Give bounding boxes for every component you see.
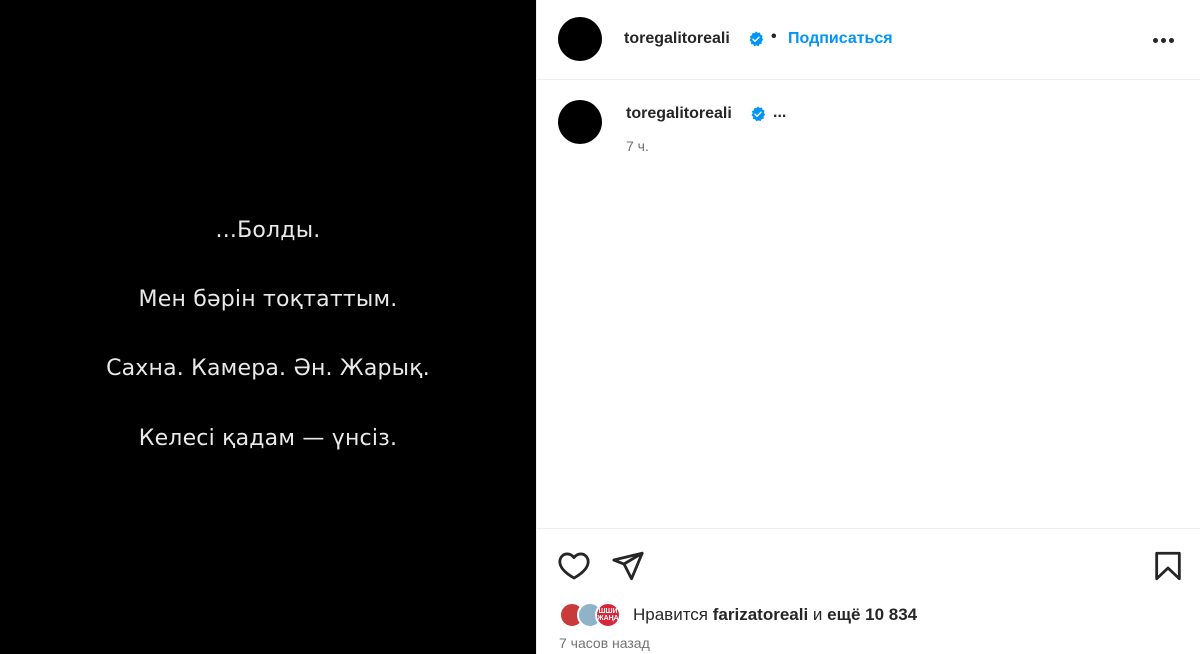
- paper-plane-icon[interactable]: [611, 549, 645, 583]
- media-text-line: Мен бәрін тоқтаттым.: [138, 287, 398, 312]
- follow-button[interactable]: Подписаться: [788, 30, 893, 48]
- likes-summary: ШШИ ЖАҢА Нравится farizatoreali и ещё 10…: [559, 601, 917, 629]
- verified-badge-icon: [749, 31, 764, 47]
- liker-username[interactable]: farizatoreali: [713, 605, 808, 624]
- media-text-line: ...Болды.: [215, 218, 321, 243]
- post-header: toregalitoreali • Подписаться: [537, 0, 1200, 80]
- author-username[interactable]: toregalitoreali: [624, 30, 730, 48]
- caption-username[interactable]: toregalitoreali: [626, 105, 732, 123]
- actions-bar: ШШИ ЖАҢА Нравится farizatoreali и ещё 10…: [537, 528, 1200, 654]
- likes-count-link[interactable]: ещё 10 834: [827, 605, 917, 624]
- author-avatar[interactable]: [558, 17, 602, 61]
- bookmark-icon[interactable]: [1151, 549, 1185, 583]
- likes-prefix: Нравится: [633, 605, 709, 624]
- caption-author-avatar[interactable]: [558, 100, 602, 144]
- post-date[interactable]: 7 часов назад: [559, 635, 650, 651]
- liker-avatar[interactable]: ШШИ ЖАҢА: [595, 602, 621, 628]
- caption-timestamp[interactable]: 7 ч.: [626, 138, 649, 154]
- liker-avatars[interactable]: ШШИ ЖАҢА: [559, 602, 625, 628]
- likes-text: Нравится farizatoreali и ещё 10 834: [633, 605, 917, 625]
- separator-dot: •: [771, 28, 777, 45]
- heart-icon[interactable]: [557, 549, 591, 583]
- media-text-line: Сахна. Камера. Ән. Жарық.: [106, 356, 430, 381]
- post-details-panel: toregalitoreali • Подписаться toregalito…: [536, 0, 1200, 654]
- media-text-line: Келесі қадам — үнсіз.: [138, 426, 398, 451]
- post-media[interactable]: ...Болды. Мен бәрін тоқтаттым. Сахна. Ка…: [0, 0, 536, 654]
- likes-connector: и: [812, 605, 823, 624]
- verified-badge-icon: [751, 106, 766, 122]
- caption-text: ...: [773, 104, 787, 121]
- more-options-icon[interactable]: [1147, 28, 1179, 52]
